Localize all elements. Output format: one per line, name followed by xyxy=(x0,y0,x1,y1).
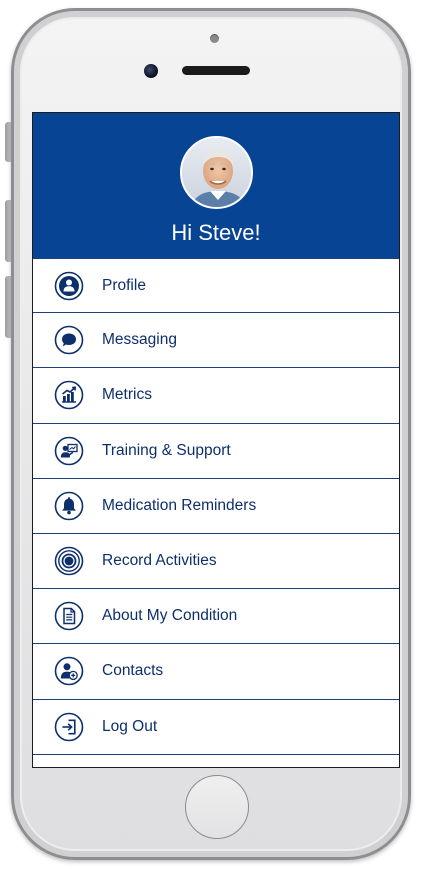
profile-header: Hi Steve! xyxy=(33,113,399,258)
menu-item-label: Training & Support xyxy=(102,441,231,459)
menu-item-label: Record Activities xyxy=(102,552,217,570)
menu-item-training-support[interactable]: Training & Support xyxy=(33,424,399,479)
menu-item-label: About My Condition xyxy=(102,607,238,625)
record-icon xyxy=(54,546,84,576)
device-mockup: Hi Steve! Profile Messaging Metrics Trai… xyxy=(0,0,423,869)
presentation-icon xyxy=(54,436,84,465)
bell-icon xyxy=(54,491,84,521)
chat-bubble-icon xyxy=(54,325,84,355)
app-screen: Hi Steve! Profile Messaging Metrics Trai… xyxy=(32,112,400,768)
menu-item-medication-reminders[interactable]: Medication Reminders xyxy=(33,479,399,534)
chart-trend-icon xyxy=(54,381,84,410)
person-icon xyxy=(54,271,84,300)
menu-item-about-my-condition[interactable]: About My Condition xyxy=(33,589,399,645)
menu-item-profile[interactable]: Profile xyxy=(33,258,399,314)
home-button[interactable] xyxy=(185,775,249,839)
menu-item-log-out[interactable]: Log Out xyxy=(33,700,399,755)
proximity-sensor xyxy=(210,34,219,43)
menu-item-contacts[interactable]: Contacts xyxy=(33,644,399,700)
menu-item-label: Messaging xyxy=(102,331,177,349)
contact-add-icon xyxy=(54,657,84,686)
main-menu: Profile Messaging Metrics Training & Sup… xyxy=(33,258,399,755)
menu-item-label: Log Out xyxy=(102,717,158,735)
menu-item-metrics[interactable]: Metrics xyxy=(33,368,399,424)
menu-item-label: Contacts xyxy=(102,662,164,680)
earpiece-speaker xyxy=(182,66,250,75)
menu-item-label: Profile xyxy=(102,276,146,294)
greeting-text: Hi Steve! xyxy=(171,220,261,245)
menu-item-label: Metrics xyxy=(102,386,152,404)
menu-item-messaging[interactable]: Messaging xyxy=(33,313,399,369)
front-camera xyxy=(144,64,158,78)
avatar[interactable] xyxy=(180,136,253,209)
logout-icon xyxy=(54,712,84,741)
document-icon xyxy=(54,601,84,631)
menu-item-record-activities[interactable]: Record Activities xyxy=(33,534,399,590)
menu-item-label: Medication Reminders xyxy=(102,496,257,514)
user-photo xyxy=(182,138,251,207)
